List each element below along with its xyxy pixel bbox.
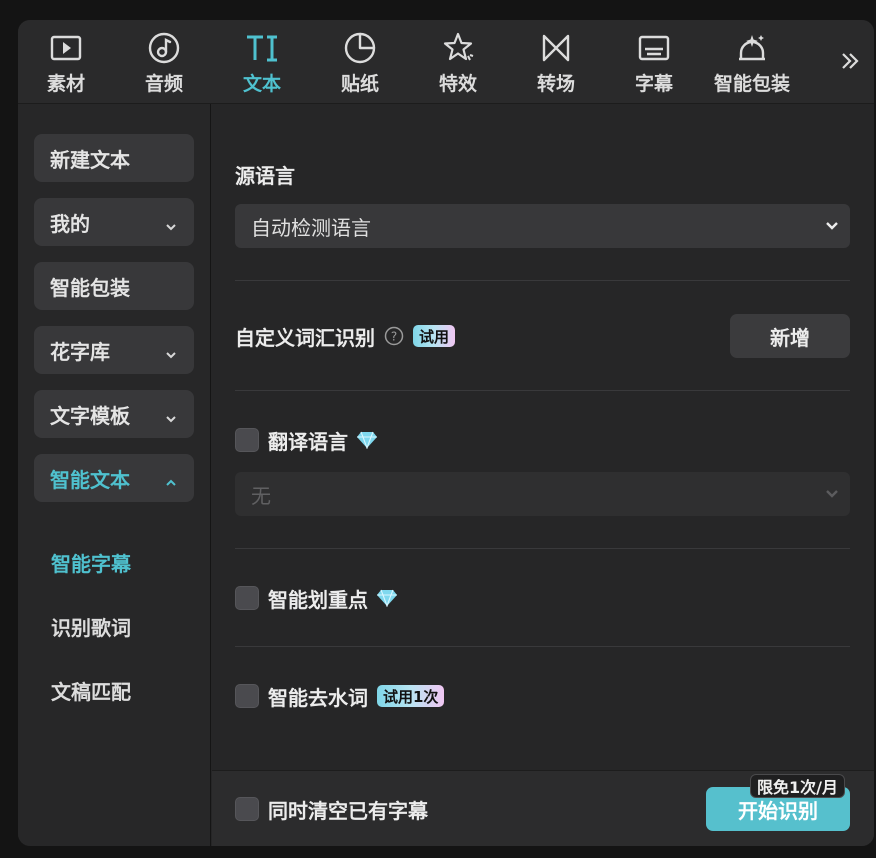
transition-bowtie-icon [538,30,574,65]
smart-package-icon [734,30,770,65]
chevron-up-icon [164,471,178,486]
highlight-checkbox[interactable] [235,586,259,610]
effects-star-icon [440,30,476,65]
subtitle-icon [636,30,672,65]
tab-sticker[interactable]: 贴纸 [320,30,400,96]
divider [235,280,850,281]
sidebar-item-fancy-text[interactable]: 花字库 [34,326,194,374]
divider [235,646,850,647]
add-vocab-button[interactable]: 新增 [730,314,850,358]
text-panel: 素材 音频 文本 贴纸 特效 转场 字幕 智能包装 新建文本 我的 智能包装 花… [18,20,874,846]
tab-label: 素材 [46,73,85,95]
chevron-down-icon [164,407,178,423]
tab-label: 特效 [438,73,477,95]
tab-transition[interactable]: 转场 [516,30,596,96]
sidebar-item-smart-text[interactable]: 智能文本 [34,454,194,502]
clear-existing-label: 同时清空已有字幕 [268,798,428,823]
sidebar-item-mine[interactable]: 我的 [34,198,194,246]
translate-row: 翻译语言 [235,428,378,454]
tab-audio[interactable]: 音频 [124,30,204,96]
divider [235,390,850,391]
sidebar-sub-script-match[interactable]: 文稿匹配 [51,676,131,705]
sidebar-item-label: 智能包装 [50,275,130,300]
divider [235,548,850,549]
clear-existing-row: 同时清空已有字幕 [235,797,428,823]
tab-label: 贴纸 [340,73,379,95]
help-question-icon[interactable]: ? [384,326,404,346]
sidebar-item-new-text[interactable]: 新建文本 [34,134,194,182]
tab-label: 转场 [536,73,575,95]
tab-label: 字幕 [634,73,673,95]
highlight-row: 智能划重点 [235,586,398,612]
main-content: 源语言 自动检测语言 自定义词汇识别 ? 试用 新增 翻译语言 无 智能划重点 … [212,104,874,846]
diamond-vip-icon [356,431,378,450]
highlight-label: 智能划重点 [268,587,368,612]
trial-badge: 试用 [413,325,456,347]
top-tab-bar: 素材 音频 文本 贴纸 特效 转场 字幕 智能包装 [18,20,874,104]
sidebar-sub-smart-subtitle[interactable]: 智能字幕 [51,548,131,577]
svg-text:?: ? [391,330,397,344]
tab-text[interactable]: 文本 [222,30,302,96]
text-ti-icon [244,30,280,65]
remove-fillers-label: 智能去水词 [268,685,368,710]
source-language-label: 源语言 [235,164,295,188]
tab-smart-package[interactable]: 智能包装 [712,30,792,96]
source-language-select[interactable]: 自动检测语言 [235,204,850,248]
custom-vocab-label: 自定义词汇识别 [235,325,375,350]
sticker-icon [342,30,378,65]
chevron-down-icon [824,482,840,506]
translate-language-value: 无 [251,483,271,508]
sidebar-item-label: 智能文本 [50,467,130,492]
chevron-down-icon [164,215,178,231]
sidebar-sub-lyrics[interactable]: 识别歌词 [51,612,131,641]
trial-once-badge: 试用1次 [377,685,445,707]
sidebar-item-label: 我的 [50,211,90,236]
double-chevron-right-icon [839,50,861,76]
media-play-icon [48,30,84,65]
tab-media[interactable]: 素材 [26,30,106,96]
translate-label: 翻译语言 [268,429,348,454]
clear-existing-checkbox[interactable] [235,797,259,821]
audio-note-icon [146,30,182,65]
sidebar: 新建文本 我的 智能包装 花字库 文字模板 智能文本 智能字幕 识别歌词 文稿匹… [18,104,211,846]
tab-label: 音频 [144,73,183,95]
sidebar-item-text-template[interactable]: 文字模板 [34,390,194,438]
more-tabs-button[interactable] [836,48,864,78]
sidebar-item-label: 新建文本 [50,147,130,172]
tab-label: 文本 [242,73,281,95]
tab-subtitle[interactable]: 字幕 [614,30,694,96]
custom-vocab-row: 自定义词汇识别 ? 试用 [235,324,456,350]
diamond-vip-icon [376,589,398,608]
remove-fillers-row: 智能去水词 试用1次 [235,684,445,710]
remove-fillers-checkbox[interactable] [235,684,259,708]
sidebar-item-label: 花字库 [50,339,110,364]
free-limit-badge: 限免1次/月 [750,774,845,798]
sidebar-item-label: 文字模板 [50,403,130,428]
chevron-down-icon [164,343,178,359]
tab-effects[interactable]: 特效 [418,30,498,96]
footer-bar: 同时清空已有字幕 开始识别 限免1次/月 [212,770,874,846]
translate-language-select[interactable]: 无 [235,472,850,516]
tab-label: 智能包装 [713,73,790,95]
sidebar-item-smart-package[interactable]: 智能包装 [34,262,194,310]
chevron-down-icon [824,214,840,238]
translate-checkbox[interactable] [235,428,259,452]
source-language-value: 自动检测语言 [251,215,371,240]
